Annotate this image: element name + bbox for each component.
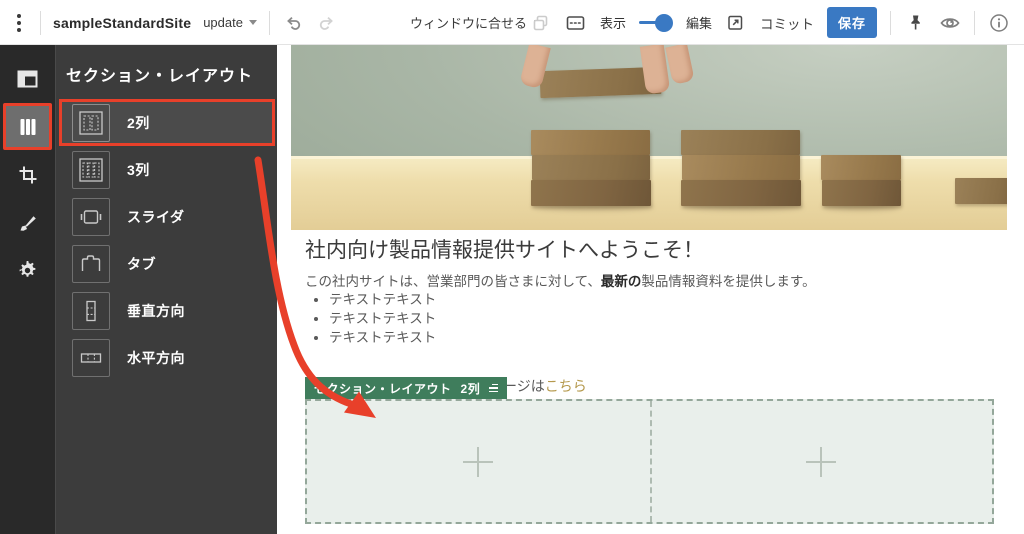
hero-image[interactable] [291,45,1007,230]
layout-template-icon [17,70,38,87]
brush-icon [20,215,36,231]
layout-list: 2列 3列 スライダ タブ 垂直方向 水平方向 [56,99,277,381]
slider-icon [72,197,110,236]
horizontal-stack-icon [72,338,110,377]
two-column-drop-section[interactable] [305,399,994,524]
page-heading[interactable]: 社内向け製品情報提供サイトへようこそ！ [305,234,704,264]
gear-icon [19,261,36,277]
rail-item-crop[interactable] [3,151,52,198]
duplicate-page-icon[interactable] [530,12,552,34]
layout-item-3col[interactable]: 3列 [59,146,275,193]
list-item[interactable]: テキストテキスト [329,328,436,347]
rail-item-section-layout[interactable] [3,103,52,150]
three-column-icon [72,150,110,189]
page-canvas: 社内向け製品情報提供サイトへようこそ！ この社内サイトは、営業部門の皆さまに対し… [277,45,1024,534]
redo-icon[interactable] [316,12,338,34]
app-menu-icon[interactable] [10,10,28,36]
rail-item-design[interactable] [3,199,52,246]
site-title: sampleStandardSite [53,14,192,31]
divider [268,10,270,35]
divider [974,10,975,35]
two-column-icon [72,103,110,142]
undo-icon[interactable] [282,12,304,34]
column-divider [649,401,652,522]
rail-item-templates[interactable] [3,55,52,102]
commit-button[interactable]: コミット [760,13,814,33]
pin-icon[interactable] [904,12,926,34]
chevron-down-icon [248,20,257,25]
preview-eye-icon[interactable] [939,12,961,34]
save-button[interactable]: 保存 [826,7,877,38]
edit-label: 編集 [685,16,712,31]
divider [890,10,891,35]
open-preview-icon[interactable] [725,12,747,34]
window-layout-icon[interactable] [565,12,587,34]
layout-item-slider[interactable]: スライダ [59,193,275,240]
layout-item-vertical[interactable]: 垂直方向 [59,287,275,334]
columns-icon [20,118,35,135]
add-content-icon[interactable] [805,446,836,477]
tab-icon [72,244,110,283]
update-dropdown[interactable]: update [203,15,257,30]
editor-window: sampleStandardSite update ウィンドウに合せる 表示 編… [0,0,1024,534]
kochira-link[interactable]: こちら [545,378,587,394]
rail-item-settings[interactable] [3,247,52,294]
tool-rail [0,45,55,534]
list-item[interactable]: テキストテキスト [329,290,436,309]
vertical-stack-icon [72,291,110,330]
panel-title: セクション・レイアウト [66,68,254,85]
partially-hidden-link-line: ージはこちら [503,378,587,394]
layout-item-2col[interactable]: 2列 [59,99,275,146]
display-edit-toggle[interactable] [638,13,673,33]
toolbar: sampleStandardSite update ウィンドウに合せる 表示 編… [0,0,1024,45]
list-item[interactable]: テキストテキスト [329,309,436,328]
add-content-icon[interactable] [463,446,494,477]
bullet-list[interactable]: テキストテキスト テキストテキスト テキストテキスト [329,290,436,347]
layout-item-horizontal[interactable]: 水平方向 [59,334,275,381]
intro-paragraph[interactable]: この社内サイトは、営業部門の皆さまに対して、最新の製品情報資料を提供します。 [305,270,816,290]
section-layout-panel: セクション・レイアウト 2列 3列 スライダ タブ 垂直方向 水平方向 [55,45,277,534]
zoom-fit-dropdown[interactable]: ウィンドウに合せる [410,13,543,32]
crop-icon [19,166,36,183]
section-menu-icon[interactable] [489,383,499,393]
info-icon[interactable] [988,12,1010,34]
divider [40,10,41,35]
layout-item-tab[interactable]: タブ [59,240,275,287]
display-label: 表示 [599,16,626,31]
section-tag[interactable]: セクション・レイアウト 2列 [305,377,508,399]
